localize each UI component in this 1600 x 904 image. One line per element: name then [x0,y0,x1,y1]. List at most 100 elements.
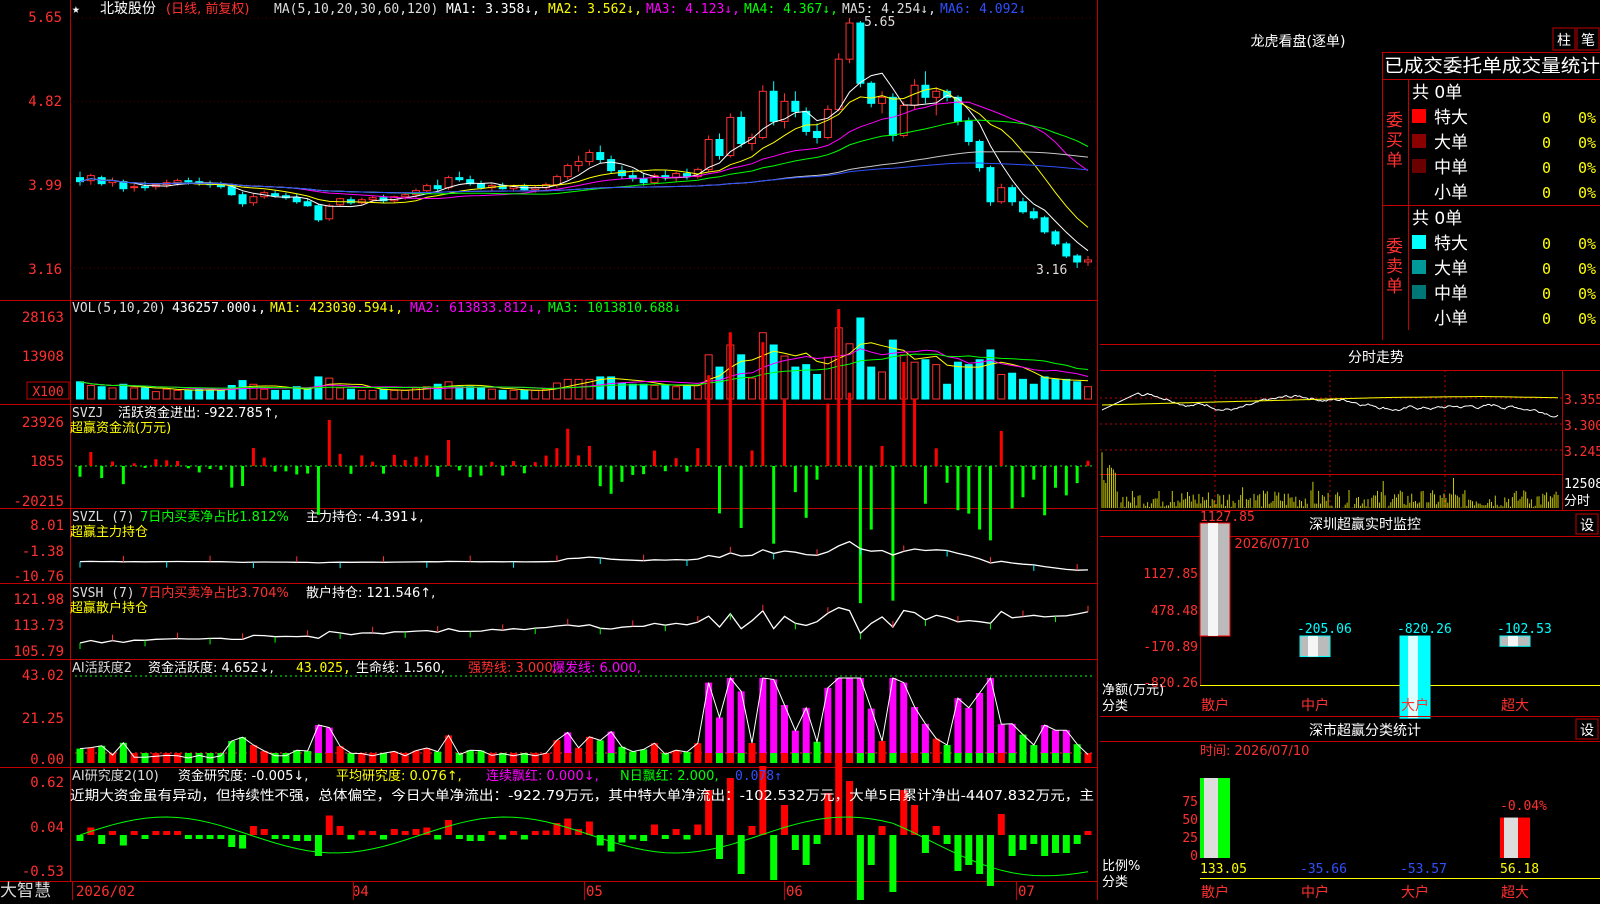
ai1-bar [856,678,864,763]
classify-settings-label: 设 [1580,723,1594,739]
svzj-tick: 23926 [22,415,64,431]
ai2-bar [109,831,117,835]
ma1-value: MA1: 3.358↓, [446,2,540,17]
ai1-base-bar [542,753,550,763]
svzj-bar [251,447,255,466]
kline-chart-svg[interactable]: 5.65 4.82 3.99 3.16 5.65 3.16 ★ 北玻股份 (日线… [0,0,1100,904]
ai2-bar [510,831,518,835]
ai1-base-bar [98,753,106,763]
volume-bar [498,389,507,400]
sell-row-pct: 0% [1578,285,1596,303]
ai2-bar [347,835,355,840]
candle-body [878,96,887,104]
candle-body [834,58,843,110]
svzj-bar [739,466,743,529]
svzj-tick: 1855 [30,454,64,470]
fund-flow-bars [75,309,1095,604]
svzj-bar [349,466,353,474]
svzj-bar [1053,466,1057,488]
svzj-bar [598,466,602,487]
ai1-tick: 0.00 [30,752,64,768]
volume-bar [216,389,225,400]
volume-header: VOL(5,10,20) 436257.000↓, MA1: 423030.59… [72,301,681,316]
ai1-base-bar [575,753,583,763]
volume-bar [910,361,919,400]
candle-body [1040,217,1049,233]
classify-ylabel: 比例% [1102,859,1140,874]
candle-body [585,152,594,163]
candle-body [1084,259,1092,263]
ai1-base-bar [585,753,593,763]
low-price-label: 3.16 [1036,263,1067,278]
volume-bar [607,376,616,400]
ai2-bar [260,829,268,835]
ai2-bar [1073,835,1081,844]
candle-body [1008,187,1017,203]
volume-bar [141,387,150,400]
candle-body [422,185,431,192]
ai2-bar [163,831,171,835]
candle-body [607,159,616,172]
ai1-base-bar [748,753,756,763]
kline-area[interactable]: 5.65 4.82 3.99 3.16 5.65 3.16 ★ 北玻股份 (日线… [0,0,1100,904]
ai1-base-bar [369,753,377,763]
candle-body [975,140,984,169]
buy-row-count: 0 [1542,134,1551,152]
monitor-bar-highlight [1508,636,1518,647]
candles[interactable] [76,18,1092,268]
ai1-base-bar [152,753,160,763]
svzj-bar [371,461,375,466]
volume-bar [119,383,128,400]
ai1-base-bar [217,753,225,763]
ai2-bar [726,778,734,835]
ai1-base-bar [737,753,745,763]
svzj-bar [1010,466,1014,509]
volume-bar [1018,378,1027,400]
svzj-bar [262,457,266,466]
ai1-tick: 43.02 [22,668,64,684]
side-panels: 龙虎看盘(逐单) 柱 笔 已成交委托单成交量统计 委买单 委卖单 共 0单 共 … [1100,0,1600,901]
svzj-bar [544,455,548,466]
ai1-label: AI活跃度2 [72,660,132,676]
svzj-bar [436,466,440,477]
intraday-tick: 3.300 [1564,419,1600,434]
ai1-axis: 43.02 21.25 0.00 [22,668,64,768]
ai1-base-bar [379,753,387,763]
ai1-base-bar [553,753,561,763]
ai1-base-bar [856,753,864,763]
ai2-axis: 0.62 0.04 -0.53 [22,775,64,880]
ai1-bar [900,682,908,763]
dragon-tiger-title: 龙虎看盘(逐单) [1251,33,1346,50]
ai2-bar [889,835,897,892]
ai1-base-bar [228,753,236,763]
ai2-v4: N日飘红: 2.000, [620,768,719,784]
date-tick: 05 [586,884,603,900]
ai1-base-bar [249,753,257,763]
ai2-bar [997,814,1005,835]
buy-row-swatch [1412,109,1426,123]
date-tick: 07 [1018,884,1035,900]
ai1-base-bar [325,753,333,763]
candle-body [704,138,713,171]
svzj-bar [1086,460,1090,466]
volume-bar [130,387,139,400]
volume-bar [639,383,648,400]
ai2-bar [76,835,84,841]
sell-row-count: 0 [1542,260,1551,278]
svzj-bar [143,466,147,468]
volume-bar [379,388,388,400]
sell-row-name: 特大 [1434,234,1468,254]
volume-bar [271,389,280,400]
svzj-bar [533,462,537,466]
ai2-bar [390,829,398,835]
vol-tick: 13908 [22,349,64,365]
candle-body [574,161,583,167]
ai1-base-bar [607,753,615,763]
svsh-tick: 121.98 [13,592,64,608]
ai1-base-bar [314,753,322,763]
ai1-base-bar [1051,753,1059,763]
ai2-bar [195,835,203,839]
date-tick: 2026/02 [76,884,135,900]
volume-bar [628,383,637,400]
sell-row-name: 小单 [1434,309,1468,329]
